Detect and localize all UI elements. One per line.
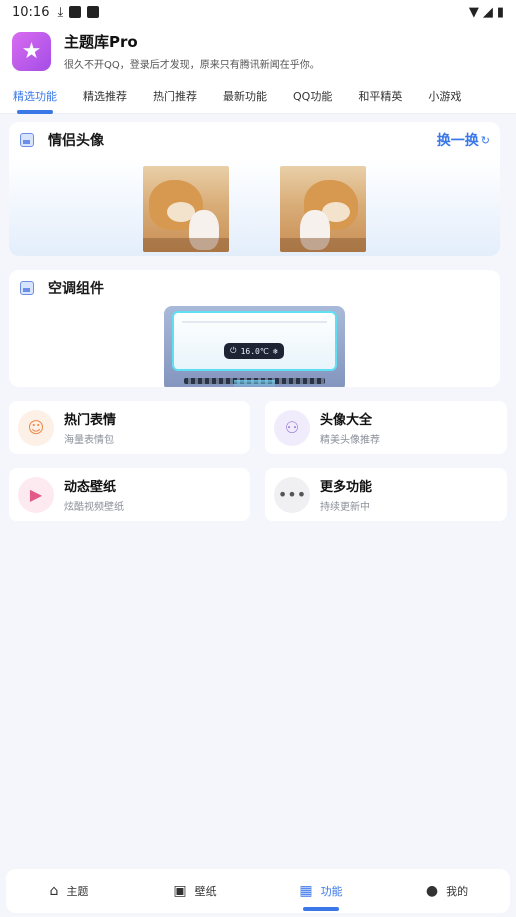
app-notification-icon: [69, 6, 82, 18]
feature-more[interactable]: ••• 更多功能 持续更新中: [265, 468, 507, 521]
category-tabs: 精选功能 精选推荐 热门推荐 最新功能 QQ功能 和平精英 小游戏: [0, 78, 516, 114]
signal-icon: ◢: [482, 4, 493, 20]
ac-widget-card: 空调组件 ⏻ 16.0℃ ❄: [9, 270, 500, 387]
feature-title: 动态壁纸: [64, 480, 117, 495]
app-subtitle: 很久不开QQ，登录后才发现，原来只有腾讯新闻在乎你。: [64, 60, 320, 71]
nav-wallpaper[interactable]: ▣ 壁纸: [132, 869, 258, 913]
ac-temperature: 16.0℃: [240, 346, 269, 356]
ac-display: ⏻ 16.0℃ ❄: [224, 343, 284, 359]
app-notification-icon-2: [87, 6, 100, 18]
swap-label: 换一换: [436, 133, 479, 149]
feature-title: 热门表情: [64, 413, 117, 428]
battery-icon: ▮: [496, 4, 504, 20]
smile-icon: ☺: [18, 409, 54, 446]
feature-subtitle: 精美头像推荐: [320, 435, 380, 446]
couple-avatar-right[interactable]: [280, 166, 366, 252]
app-title: 主题库Pro: [64, 33, 138, 51]
nav-mine[interactable]: ● 我的: [384, 869, 510, 913]
bottom-nav: ⌂ 主题 ▣ 壁纸 ▦ 功能 ● 我的: [6, 869, 510, 913]
tab-mini-games[interactable]: 小游戏: [428, 88, 461, 104]
status-notification-icons: ⤓: [57, 4, 100, 20]
app-logo-icon: ★: [12, 31, 51, 71]
feature-avatars[interactable]: ⚇ 头像大全 精美头像推荐: [265, 401, 507, 454]
nav-theme[interactable]: ⌂ 主题: [6, 869, 132, 913]
couple-avatar-card: 情侣头像 换一换 ↻: [9, 122, 500, 256]
feature-hot-emoji[interactable]: ☺ 热门表情 海量表情包: [9, 401, 250, 454]
image-icon: ▣: [173, 883, 187, 899]
grid-icon: ▦: [299, 883, 313, 899]
tab-latest[interactable]: 最新功能: [223, 88, 267, 104]
tab-peace-elite[interactable]: 和平精英: [358, 88, 402, 104]
status-bar: 10:16 ⤓ ▼ ◢ ▮: [0, 0, 516, 24]
feature-live-wallpaper[interactable]: ▶ 动态壁纸 炫酷视频壁纸: [9, 468, 250, 521]
more-icon: •••: [274, 476, 310, 513]
nav-label: 我的: [446, 885, 469, 898]
swap-button[interactable]: 换一换 ↻: [437, 130, 490, 150]
home-icon: ⌂: [49, 883, 59, 899]
tab-hot[interactable]: 热门推荐: [153, 88, 197, 104]
nav-label: 主题: [66, 885, 89, 898]
couple-avatar-title: 情侣头像: [48, 133, 104, 149]
ac-widget-title: 空调组件: [48, 281, 104, 297]
status-system-icons: ▼ ◢ ▮: [469, 5, 504, 20]
person-icon: ●: [425, 883, 439, 899]
nav-functions[interactable]: ▦ 功能: [258, 869, 384, 913]
tab-qq[interactable]: QQ功能: [293, 88, 332, 104]
tab-recommended[interactable]: 精选推荐: [83, 88, 127, 104]
image-icon: [20, 133, 34, 147]
ac-widget-preview[interactable]: ⏻ 16.0℃ ❄: [164, 306, 345, 387]
refresh-icon: ↻: [480, 133, 490, 147]
wifi-icon: ▼: [468, 4, 479, 20]
nav-label: 壁纸: [194, 885, 217, 898]
feature-title: 更多功能: [320, 480, 373, 495]
feature-title: 头像大全: [320, 413, 373, 428]
feature-subtitle: 海量表情包: [64, 435, 114, 446]
image-icon: [20, 281, 34, 295]
nav-label: 功能: [320, 885, 343, 898]
app-header: ★ 主题库Pro 很久不开QQ，登录后才发现，原来只有腾讯新闻在乎你。: [0, 24, 516, 78]
feature-subtitle: 炫酷视频壁纸: [64, 502, 124, 513]
snowflake-icon: ❄: [273, 346, 278, 356]
tab-featured[interactable]: 精选功能: [13, 88, 57, 114]
feature-subtitle: 持续更新中: [320, 502, 370, 513]
video-icon: ▶: [18, 476, 54, 513]
power-icon: ⏻: [230, 346, 237, 355]
user-icon: ⚇: [274, 409, 310, 446]
couple-avatar-left[interactable]: [143, 166, 229, 252]
download-icon: ⤓: [57, 4, 64, 20]
status-time: 10:16: [12, 4, 50, 20]
